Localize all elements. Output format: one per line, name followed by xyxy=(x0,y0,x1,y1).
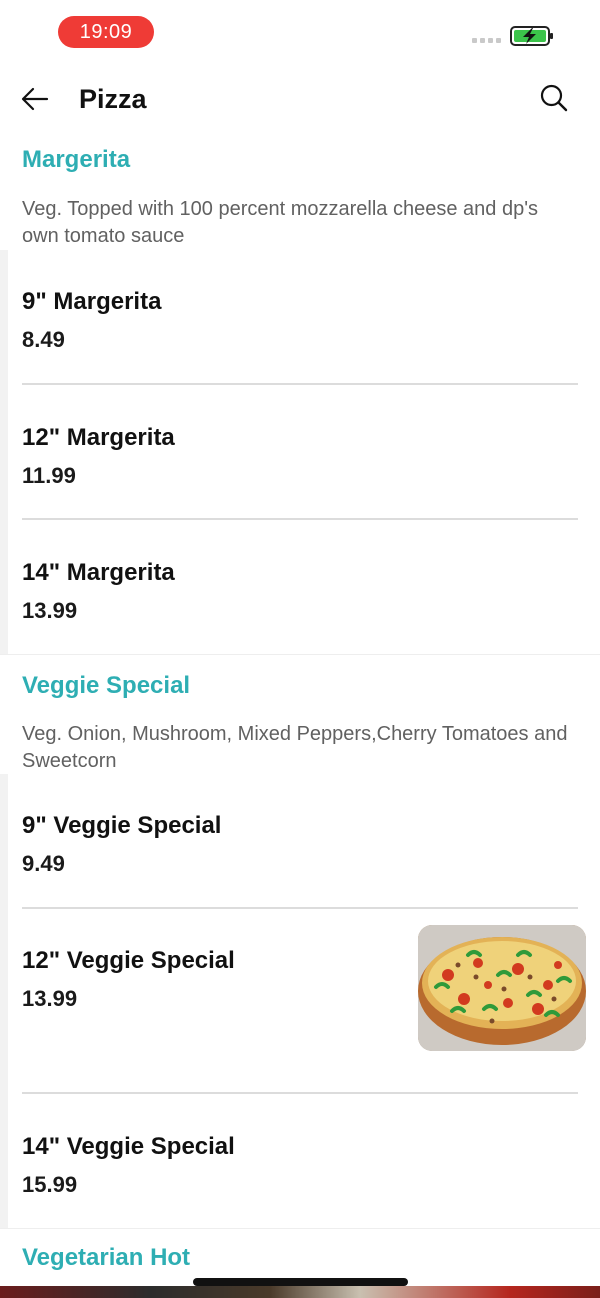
menu-item[interactable]: 9" Veggie Special 9.49 xyxy=(0,774,600,909)
item-name: 12" Veggie Special xyxy=(22,947,235,974)
item-price: 9.49 xyxy=(22,851,65,876)
battery-charging-icon xyxy=(510,26,553,46)
category-title: Margerita xyxy=(22,146,131,173)
item-name: 14" Margerita xyxy=(22,559,175,586)
item-price: 11.99 xyxy=(22,463,76,488)
category-header-veggie-special: Veggie Special Veg. Onion, Mushroom, Mix… xyxy=(0,654,600,774)
item-price: 15.99 xyxy=(22,1172,78,1197)
app-header: Pizza xyxy=(0,66,600,130)
category-description: Veg. Topped with 100 percent mozzarella … xyxy=(22,198,539,247)
search-icon[interactable] xyxy=(538,82,570,114)
menu-item[interactable]: 12" Margerita 11.99 xyxy=(0,385,600,520)
item-name: 9" Veggie Special xyxy=(22,812,222,839)
category-description: Veg. Onion, Mushroom, Mixed Peppers,Cher… xyxy=(22,723,568,772)
item-price: 13.99 xyxy=(22,986,78,1011)
item-price: 13.99 xyxy=(22,598,78,623)
home-indicator[interactable] xyxy=(193,1278,408,1286)
arrow-left-icon[interactable] xyxy=(18,82,52,116)
menu-item[interactable]: 12" Veggie Special 13.99 xyxy=(0,909,600,1094)
item-name: 12" Margerita xyxy=(22,424,175,451)
category-header-margerita: Margerita Veg. Topped with 100 percent m… xyxy=(0,130,600,250)
item-name: 14" Veggie Special xyxy=(22,1133,235,1160)
page-title: Pizza xyxy=(79,84,147,114)
status-bar: 19:09 xyxy=(0,0,600,66)
item-name: 9" Margerita xyxy=(22,288,162,315)
item-price: 8.49 xyxy=(22,327,65,352)
menu-item[interactable]: 14" Margerita 13.99 xyxy=(0,520,600,654)
menu-item[interactable]: 14" Veggie Special 15.99 xyxy=(0,1094,600,1228)
status-time: 19:09 xyxy=(58,16,154,48)
next-item-image-peek xyxy=(0,1286,600,1298)
category-title: Vegetarian Hot xyxy=(22,1244,191,1271)
veggie-pizza-photo[interactable] xyxy=(418,925,586,1051)
signal-icon xyxy=(472,38,504,44)
menu-list: Margerita Veg. Topped with 100 percent m… xyxy=(0,130,600,1288)
app-screen: 19:09 Pizza Margerita Veg. Topped with 1… xyxy=(0,0,600,1298)
category-title: Veggie Special xyxy=(22,672,191,699)
menu-item[interactable]: 9" Margerita 8.49 xyxy=(0,250,600,385)
